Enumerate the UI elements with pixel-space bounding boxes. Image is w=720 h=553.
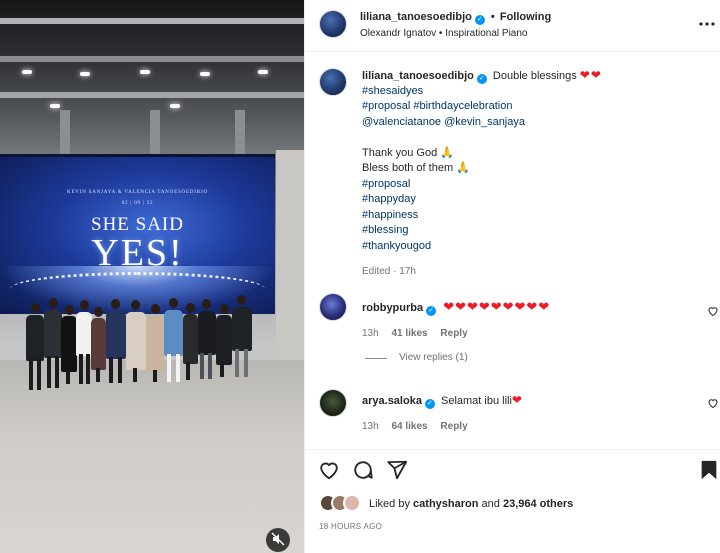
ceiling-beam [0, 92, 304, 98]
share-button[interactable] [386, 459, 408, 481]
hashtag-link[interactable]: #proposal #birthdaycelebration [362, 99, 702, 115]
ceiling-light [80, 72, 90, 76]
comment-text: Selamat ibu lili [441, 395, 512, 407]
caption-text: Bless both of them 🙏 [362, 162, 470, 174]
caption: liliana_tanoesoedibjo ✓ Double blessings … [362, 68, 702, 280]
like-button[interactable] [318, 459, 340, 481]
banner-date: 02 | 09 | 22 [121, 201, 154, 206]
comment-likes[interactable]: 64 likes [391, 421, 427, 432]
verified-icon: ✓ [424, 399, 435, 409]
comment-button[interactable] [352, 459, 374, 481]
comment-icon [352, 461, 374, 484]
post-header: liliana_tanoesoedibjo ✓ • Following Olexa… [305, 0, 720, 52]
author-username[interactable]: liliana_tanoesoedibjo [360, 11, 472, 23]
post-actions: Liked by cathysharon and 23,964 others 1… [305, 449, 720, 553]
replies-divider [365, 358, 387, 359]
audio-track[interactable]: Olexandr Ignatov • Inspirational Piano [360, 28, 528, 39]
like-comment-button[interactable] [707, 305, 719, 317]
view-replies-button[interactable]: View replies (1) [399, 352, 468, 363]
caption-edited-time: Edited · 17h [362, 266, 416, 277]
save-button[interactable] [698, 459, 720, 481]
separator-dot: • [490, 11, 495, 23]
liked-by-prefix: Liked by [369, 498, 410, 510]
bookmark-icon [698, 460, 720, 484]
more-options-button[interactable] [697, 14, 717, 34]
post-media[interactable]: KEVIN SANJAYA & VALENCIA TANOESOEDIBJO 0… [0, 0, 304, 553]
post-timestamp: 18 HOURS AGO [319, 522, 383, 531]
share-icon [386, 460, 408, 484]
commenter-username[interactable]: arya.saloka [362, 395, 422, 407]
ceiling-light [170, 104, 180, 108]
ceiling-beam [0, 56, 304, 62]
ceiling-light [200, 72, 210, 76]
caption-first-line: Double blessings [492, 70, 577, 82]
following-button[interactable]: Following [500, 11, 551, 23]
heart-icon [707, 399, 719, 412]
liked-by-others[interactable]: 23,964 others [503, 498, 573, 510]
caption-avatar[interactable] [319, 68, 347, 96]
verified-icon: ✓ [474, 15, 485, 25]
verified-icon: ✓ [476, 74, 487, 84]
hashtag-link[interactable]: #happyday [362, 192, 702, 208]
reply-button[interactable]: Reply [440, 328, 467, 339]
hashtag-link[interactable]: #proposal [362, 177, 702, 193]
ceiling-light [258, 70, 268, 74]
proposal-banner: KEVIN SANJAYA & VALENCIA TANOESOEDIBJO 0… [0, 154, 275, 314]
comments-section[interactable]: liliana_tanoesoedibjo ✓ Double blessings … [305, 53, 720, 449]
hashtag-link[interactable]: #shesaidyes [362, 84, 702, 100]
liked-by-and: and [481, 498, 500, 510]
mention-link[interactable]: @valenciatanoe @kevin_sanjaya [362, 115, 702, 131]
commenter-username[interactable]: robbypurba [362, 302, 423, 314]
liked-by-user[interactable]: cathysharon [413, 498, 478, 510]
heart-icon [318, 462, 340, 484]
liked-by-text: Liked by cathysharon and 23,964 others [369, 498, 573, 510]
author-avatar[interactable] [319, 10, 347, 38]
wall [276, 150, 304, 370]
caption-hearts: ❤❤ [579, 68, 602, 82]
verified-icon: ✓ [426, 306, 437, 316]
liked-by-avatars[interactable] [319, 494, 367, 512]
post-panel: liliana_tanoesoedibjo ✓ • Following Olexa… [304, 0, 720, 553]
comment-heart: ❤ [511, 393, 523, 407]
comment-likes[interactable]: 41 likes [391, 328, 427, 339]
banner-names: KEVIN SANJAYA & VALENCIA TANOESOEDIBJO [67, 190, 208, 195]
hashtag-link[interactable]: #blessing [362, 223, 702, 239]
commenter-avatar[interactable] [319, 389, 347, 417]
hashtag-link[interactable]: #thankyougod [362, 239, 702, 255]
mute-button[interactable] [266, 528, 290, 552]
caption-username[interactable]: liliana_tanoesoedibjo [362, 70, 474, 82]
reply-button[interactable]: Reply [440, 421, 467, 432]
commenter-avatar[interactable] [319, 293, 347, 321]
ceiling-beam [0, 18, 304, 24]
mute-icon [271, 532, 285, 549]
ceiling-light [22, 70, 32, 74]
comment-text: ❤❤❤❤❤❤❤❤❤ [443, 299, 551, 314]
caption-text: Thank you God 🙏 [362, 146, 454, 159]
ceiling-light [140, 70, 150, 74]
hashtag-link[interactable]: #happiness [362, 208, 702, 224]
like-comment-button[interactable] [707, 397, 719, 409]
ceiling-light [50, 104, 60, 108]
more-icon [697, 22, 717, 37]
floor [0, 360, 304, 553]
comment-time: 13h [362, 328, 379, 339]
comment-time: 13h [362, 421, 379, 432]
heart-icon [707, 307, 719, 320]
